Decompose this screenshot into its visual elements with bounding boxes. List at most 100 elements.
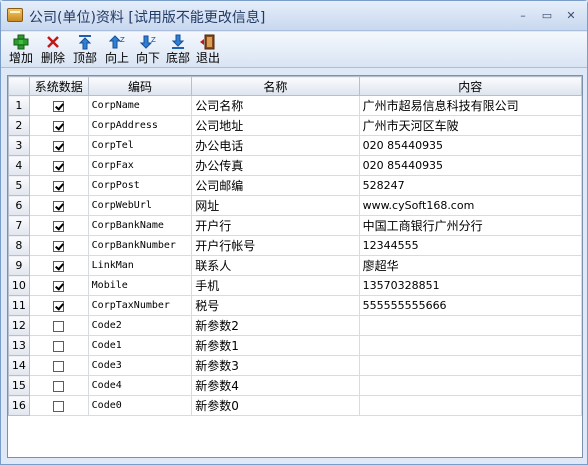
system-checkbox-cell[interactable]: [28, 195, 89, 216]
column-header-content[interactable]: 内容: [358, 76, 583, 96]
code-cell[interactable]: Code0: [87, 395, 193, 416]
system-checkbox[interactable]: [53, 120, 65, 132]
system-checkbox[interactable]: [53, 240, 65, 252]
content-cell[interactable]: 中国工商银行广州分行: [358, 215, 583, 236]
code-cell[interactable]: CorpTaxNumber: [87, 295, 193, 316]
system-checkbox-cell[interactable]: [28, 95, 89, 116]
name-cell[interactable]: 开户行帐号: [191, 235, 360, 256]
table-row[interactable]: 16 Code0 新参数0: [8, 395, 583, 416]
content-cell[interactable]: 555555555666: [358, 295, 583, 316]
name-cell[interactable]: 办公电话: [191, 135, 360, 156]
row-number[interactable]: 6: [8, 195, 30, 216]
content-cell[interactable]: [358, 375, 583, 396]
table-row[interactable]: 2 CorpAddress 公司地址 广州市天河区车陂: [8, 115, 583, 136]
table-row[interactable]: 7 CorpBankName 开户行 中国工商银行广州分行: [8, 215, 583, 236]
content-cell[interactable]: [358, 335, 583, 356]
system-checkbox[interactable]: [53, 100, 65, 112]
row-number[interactable]: 7: [8, 215, 30, 236]
name-cell[interactable]: 新参数0: [191, 395, 360, 416]
close-button[interactable]: ✕: [563, 9, 579, 23]
system-checkbox[interactable]: [53, 220, 65, 232]
exit-button[interactable]: 退出: [194, 34, 222, 66]
code-cell[interactable]: CorpName: [87, 95, 193, 116]
system-checkbox-cell[interactable]: [28, 215, 89, 236]
name-cell[interactable]: 办公传真: [191, 155, 360, 176]
row-number[interactable]: 8: [8, 235, 30, 256]
system-checkbox-cell[interactable]: [28, 395, 89, 416]
system-checkbox-cell[interactable]: [28, 315, 89, 336]
system-checkbox-cell[interactable]: [28, 135, 89, 156]
system-checkbox-cell[interactable]: [28, 255, 89, 276]
content-cell[interactable]: 广州市超易信息科技有限公司: [358, 95, 583, 116]
column-header-name[interactable]: 名称: [191, 76, 360, 96]
system-checkbox[interactable]: [53, 180, 65, 192]
row-number[interactable]: 12: [8, 315, 30, 336]
name-cell[interactable]: 手机: [191, 275, 360, 296]
content-cell[interactable]: 12344555: [358, 235, 583, 256]
table-row[interactable]: 11 CorpTaxNumber 税号 555555555666: [8, 295, 583, 316]
system-checkbox[interactable]: [53, 320, 65, 332]
system-checkbox[interactable]: [53, 340, 65, 352]
content-cell[interactable]: www.cySoft168.com: [358, 195, 583, 216]
code-cell[interactable]: CorpAddress: [87, 115, 193, 136]
info-grid[interactable]: 系统数据 编码 名称 内容 1 CorpName 公司名称 广州市超易信息科技有限公司…: [7, 75, 583, 458]
content-cell[interactable]: 13570328851: [358, 275, 583, 296]
content-cell[interactable]: 528247: [358, 175, 583, 196]
row-number[interactable]: 9: [8, 255, 30, 276]
content-cell[interactable]: 020 85440935: [358, 135, 583, 156]
code-cell[interactable]: Code4: [87, 375, 193, 396]
code-cell[interactable]: CorpBankName: [87, 215, 193, 236]
table-row[interactable]: 8 CorpBankNumber 开户行帐号 12344555: [8, 235, 583, 256]
move-down-button[interactable]: Z 向下: [134, 34, 162, 66]
row-number[interactable]: 2: [8, 115, 30, 136]
content-cell[interactable]: 广州市天河区车陂: [358, 115, 583, 136]
content-cell[interactable]: 020 85440935: [358, 155, 583, 176]
system-checkbox[interactable]: [53, 260, 65, 272]
system-checkbox[interactable]: [53, 400, 65, 412]
system-checkbox-cell[interactable]: [28, 235, 89, 256]
name-cell[interactable]: 新参数3: [191, 355, 360, 376]
row-number[interactable]: 10: [8, 275, 30, 296]
row-number[interactable]: 16: [8, 395, 30, 416]
code-cell[interactable]: Code2: [87, 315, 193, 336]
name-cell[interactable]: 税号: [191, 295, 360, 316]
code-cell[interactable]: CorpWebUrl: [87, 195, 193, 216]
code-cell[interactable]: Code1: [87, 335, 193, 356]
table-row[interactable]: 4 CorpFax 办公传真 020 85440935: [8, 155, 583, 176]
table-row[interactable]: 10 Mobile 手机 13570328851: [8, 275, 583, 296]
table-row[interactable]: 5 CorpPost 公司邮编 528247: [8, 175, 583, 196]
system-checkbox-cell[interactable]: [28, 355, 89, 376]
minimize-button[interactable]: –: [515, 9, 531, 23]
name-cell[interactable]: 开户行: [191, 215, 360, 236]
move-bottom-button[interactable]: 底部: [164, 34, 192, 66]
row-number[interactable]: 1: [8, 95, 30, 116]
code-cell[interactable]: CorpTel: [87, 135, 193, 156]
table-row[interactable]: 6 CorpWebUrl 网址 www.cySoft168.com: [8, 195, 583, 216]
name-cell[interactable]: 公司邮编: [191, 175, 360, 196]
content-cell[interactable]: [358, 395, 583, 416]
system-checkbox-cell[interactable]: [28, 155, 89, 176]
name-cell[interactable]: 网址: [191, 195, 360, 216]
table-row[interactable]: 14 Code3 新参数3: [8, 355, 583, 376]
code-cell[interactable]: CorpFax: [87, 155, 193, 176]
column-header-code[interactable]: 编码: [87, 76, 193, 96]
code-cell[interactable]: CorpBankNumber: [87, 235, 193, 256]
system-checkbox-cell[interactable]: [28, 335, 89, 356]
name-cell[interactable]: 公司地址: [191, 115, 360, 136]
name-cell[interactable]: 新参数1: [191, 335, 360, 356]
move-up-button[interactable]: Z 向上: [103, 34, 131, 66]
maximize-button[interactable]: ▭: [539, 9, 555, 23]
system-checkbox[interactable]: [53, 140, 65, 152]
row-number[interactable]: 11: [8, 295, 30, 316]
system-checkbox-cell[interactable]: [28, 295, 89, 316]
content-cell[interactable]: 廖超华: [358, 255, 583, 276]
code-cell[interactable]: CorpPost: [87, 175, 193, 196]
row-number[interactable]: 4: [8, 155, 30, 176]
table-row[interactable]: 3 CorpTel 办公电话 020 85440935: [8, 135, 583, 156]
title-bar[interactable]: 公司(单位)资料 [试用版不能更改信息] – ▭ ✕: [1, 1, 587, 31]
delete-button[interactable]: 删除: [39, 34, 67, 66]
name-cell[interactable]: 联系人: [191, 255, 360, 276]
table-row[interactable]: 1 CorpName 公司名称 广州市超易信息科技有限公司: [8, 95, 583, 116]
system-checkbox[interactable]: [53, 200, 65, 212]
name-cell[interactable]: 新参数4: [191, 375, 360, 396]
